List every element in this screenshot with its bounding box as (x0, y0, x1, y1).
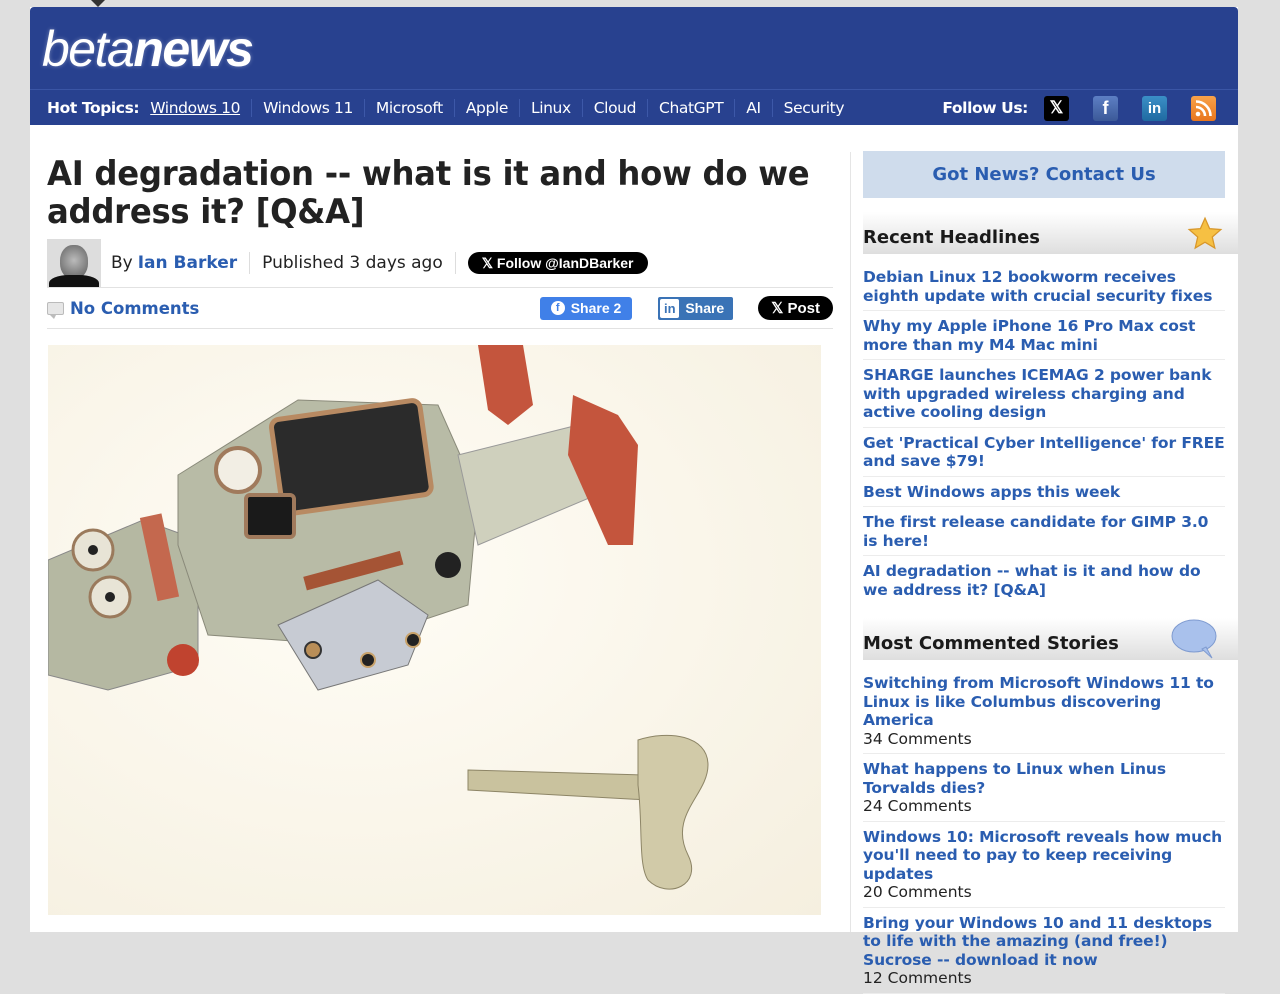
list-item: Windows 10: Microsoft reveals how much y… (863, 822, 1225, 908)
list-item: AI degradation -- what is it and how do … (863, 556, 1225, 604)
nav-item-windows-10[interactable]: Windows 10 (150, 99, 251, 117)
facebook-share-label: Share 2 (570, 300, 622, 316)
most-commented-title: Most Commented Stories (863, 633, 1119, 654)
comments-link[interactable]: No Comments (70, 299, 199, 318)
list-item: The first release candidate for GIMP 3.0… (863, 507, 1225, 556)
nav-item-security[interactable]: Security (771, 99, 855, 117)
page-marker (91, 0, 105, 7)
list-item: Switching from Microsoft Windows 11 to L… (863, 668, 1225, 754)
x-icon[interactable]: 𝕏 (1044, 95, 1069, 121)
sidebar-divider (850, 152, 851, 932)
linkedin-share-label: Share (685, 300, 725, 316)
article: AI degradation -- what is it and how do … (47, 154, 837, 915)
comment-count: 12 Comments (863, 969, 972, 987)
byline: By Ian Barker Published 3 days ago 𝕏 Fol… (47, 239, 833, 288)
linkedin-icon[interactable]: in (1142, 95, 1167, 121)
comment-count: 24 Comments (863, 797, 972, 815)
headline-link[interactable]: Get 'Practical Cyber Intelligence' for F… (863, 434, 1225, 471)
author-link[interactable]: Ian Barker (138, 253, 237, 273)
nav-item-ai[interactable]: AI (734, 99, 771, 117)
nav-item-windows-11[interactable]: Windows 11 (251, 99, 364, 117)
nav-item-microsoft[interactable]: Microsoft (363, 99, 454, 117)
list-item: Bring your Windows 10 and 11 desktops to… (863, 908, 1225, 994)
recent-headlines-title: Recent Headlines (863, 227, 1041, 248)
nav-item-apple[interactable]: Apple (453, 99, 519, 117)
headline-link[interactable]: The first release candidate for GIMP 3.0… (863, 513, 1225, 550)
site-logo[interactable]: betanews (42, 21, 254, 77)
headline-link[interactable]: Best Windows apps this week (863, 483, 1225, 502)
headline-link[interactable]: SHARGE launches ICEMAG 2 power bank with… (863, 366, 1225, 422)
comment-count: 20 Comments (863, 883, 972, 901)
most-commented-header: Most Commented Stories (863, 618, 1238, 660)
story-link[interactable]: Windows 10: Microsoft reveals how much y… (863, 828, 1225, 884)
robot-illustration (48, 345, 709, 890)
headline-link[interactable]: Why my Apple iPhone 16 Pro Max cost more… (863, 317, 1225, 354)
list-item: Best Windows apps this week (863, 477, 1225, 507)
hot-topics-nav: Hot Topics: Windows 10 Windows 11 Micros… (30, 89, 1238, 126)
comment-icon (47, 301, 64, 319)
comment-count: 34 Comments (863, 729, 972, 748)
logo-bold-text: news (133, 21, 254, 77)
list-item: What happens to Linux when Linus Torvald… (863, 754, 1225, 822)
follow-author-button[interactable]: 𝕏 Follow @IanDBarker (467, 252, 648, 274)
published-date: Published 3 days ago (262, 253, 443, 273)
author-avatar[interactable] (47, 239, 101, 287)
page: betanews Hot Topics: Windows 10 Windows … (30, 7, 1238, 994)
headline-link[interactable]: Debian Linux 12 bookworm receives eighth… (863, 268, 1225, 305)
recent-headlines-header: Recent Headlines (863, 212, 1238, 254)
story-link[interactable]: Bring your Windows 10 and 11 desktops to… (863, 914, 1225, 970)
share-buttons: f Share 2 in Share 𝕏 Post (539, 288, 833, 328)
site-header: betanews Hot Topics: Windows 10 Windows … (30, 7, 1238, 125)
byline-divider (249, 252, 251, 274)
recent-headlines-list: Debian Linux 12 bookworm receives eighth… (863, 262, 1225, 604)
headline-link[interactable]: AI degradation -- what is it and how do … (863, 562, 1225, 599)
sidebar: Got News? Contact Us Recent Headlines De… (863, 151, 1238, 994)
article-title: AI degradation -- what is it and how do … (47, 154, 810, 232)
nav-item-chatgpt[interactable]: ChatGPT (647, 99, 734, 117)
nav-item-cloud[interactable]: Cloud (581, 99, 647, 117)
nav-item-linux[interactable]: Linux (518, 99, 582, 117)
star-icon (1187, 216, 1223, 250)
share-bar: No Comments f Share 2 in Share 𝕏 Post (47, 288, 833, 329)
hot-topics-label: Hot Topics: (47, 99, 140, 117)
list-item: Get 'Practical Cyber Intelligence' for F… (863, 428, 1225, 477)
logo-light-text: beta (42, 21, 135, 77)
article-hero-image (48, 345, 821, 915)
facebook-icon[interactable]: f (1093, 95, 1118, 121)
byline-divider (454, 252, 456, 274)
facebook-icon: f (550, 301, 565, 315)
follow-us-label: Follow Us: (942, 99, 1028, 117)
list-item: Debian Linux 12 bookworm receives eighth… (863, 262, 1225, 311)
rss-icon[interactable] (1191, 95, 1216, 121)
contact-us-button[interactable]: Got News? Contact Us (863, 151, 1225, 198)
story-link[interactable]: What happens to Linux when Linus Torvald… (863, 760, 1225, 797)
list-item: Why my Apple iPhone 16 Pro Max cost more… (863, 311, 1225, 360)
linkedin-icon: in (660, 298, 680, 318)
most-commented-list: Switching from Microsoft Windows 11 to L… (863, 668, 1225, 994)
x-post-button[interactable]: 𝕏 Post (758, 296, 833, 320)
speech-bubble-icon (1171, 619, 1217, 659)
facebook-share-button[interactable]: f Share 2 (539, 296, 633, 320)
list-item: SHARGE launches ICEMAG 2 power bank with… (863, 360, 1225, 428)
follow-us: Follow Us: 𝕏 f in (942, 90, 1216, 126)
story-link[interactable]: Switching from Microsoft Windows 11 to L… (863, 674, 1225, 730)
by-label: By (111, 253, 133, 273)
linkedin-share-button[interactable]: in Share (658, 296, 734, 320)
